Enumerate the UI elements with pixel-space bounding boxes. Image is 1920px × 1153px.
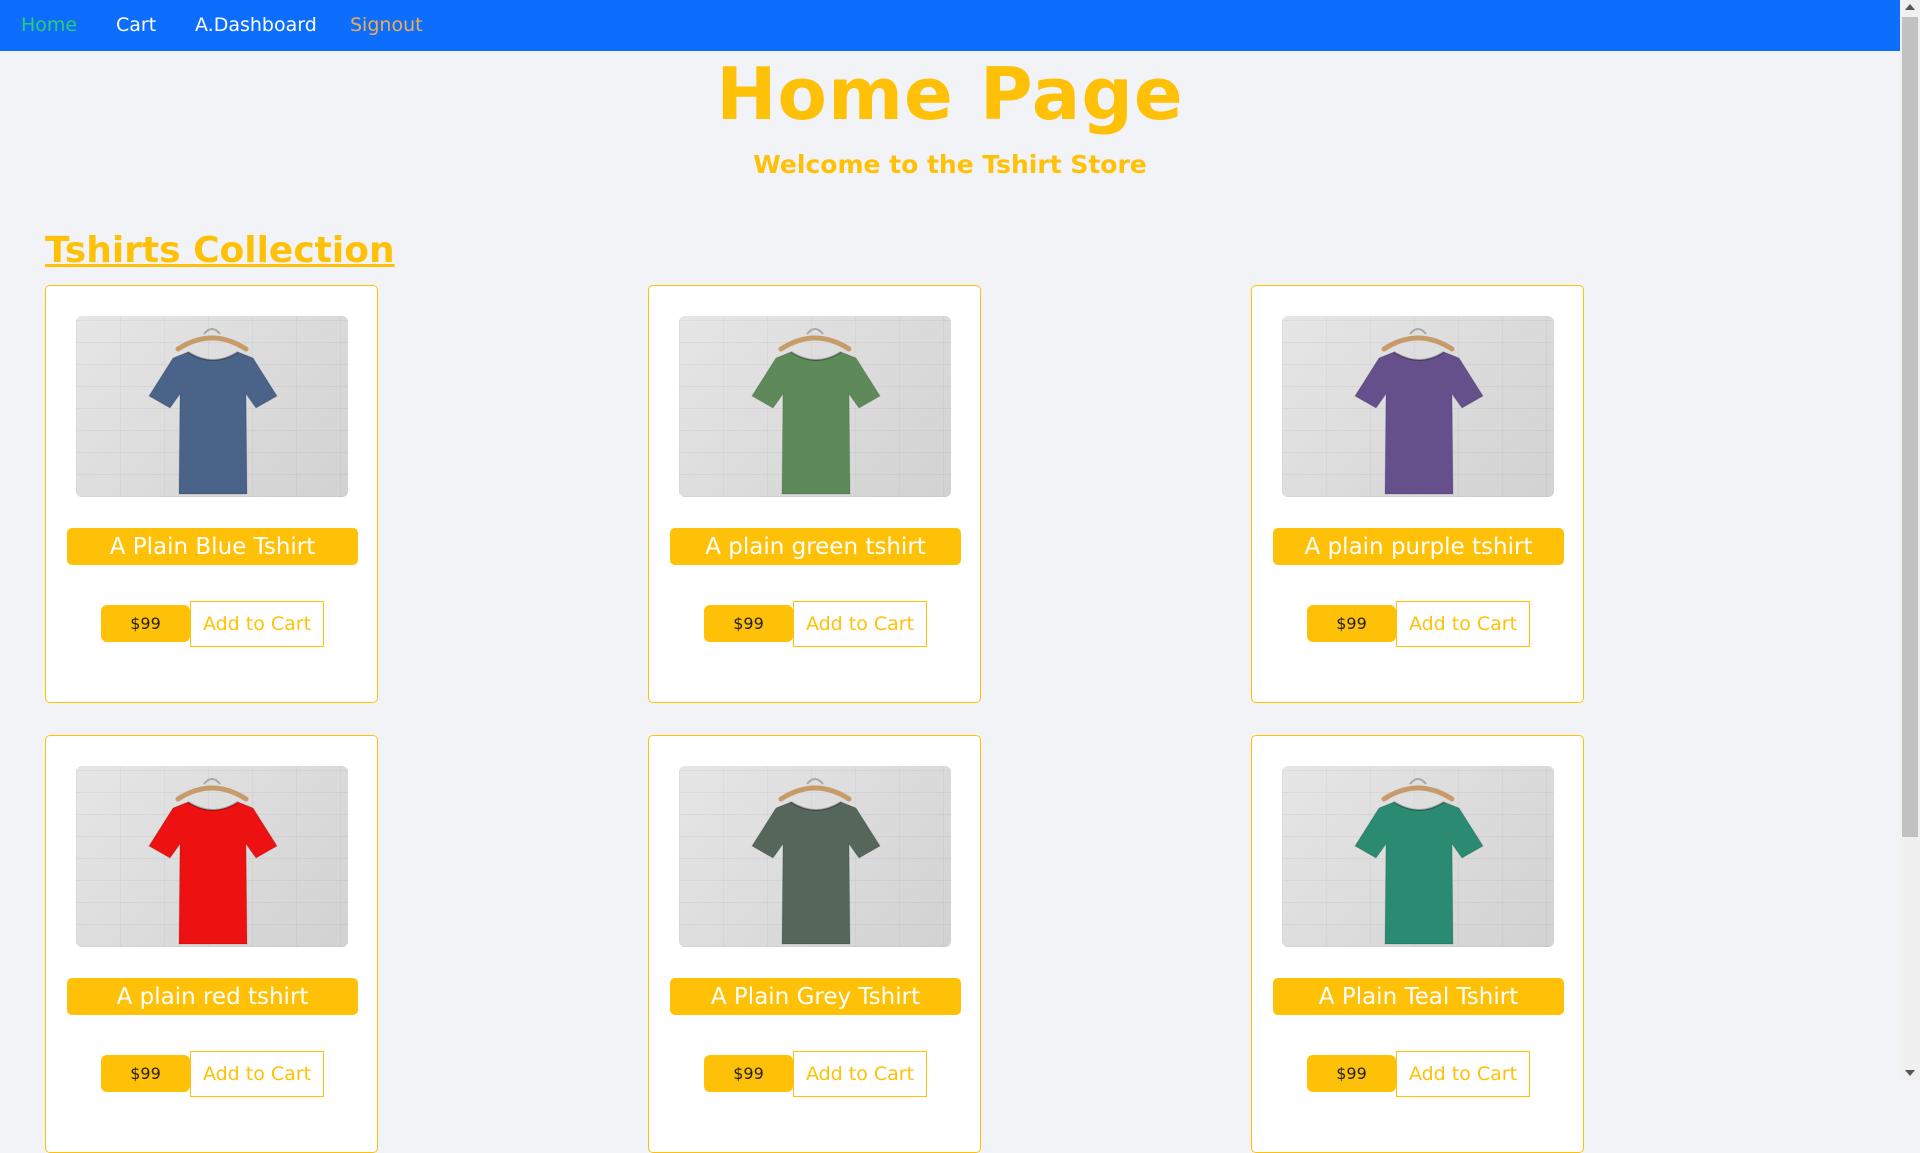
tshirt-icon: [1354, 328, 1484, 495]
price-badge: $99: [1307, 1055, 1396, 1092]
product-card: A plain green tshirt $99 Add to Cart: [648, 285, 981, 703]
nav-cart-link[interactable]: Cart: [116, 14, 156, 36]
product-card: A plain red tshirt $99 Add to Cart: [45, 735, 378, 1153]
tshirt-graphic: [148, 801, 278, 945]
tshirt-icon: [751, 778, 881, 945]
product-title: A Plain Grey Tshirt: [670, 978, 961, 1015]
tshirt-icon: [148, 778, 278, 945]
price-badge: $99: [101, 1055, 190, 1092]
top-navbar: Home Cart A.Dashboard Signout: [0, 0, 1900, 51]
product-title: A Plain Teal Tshirt: [1273, 978, 1564, 1015]
product-card: A plain purple tshirt $99 Add to Cart: [1251, 285, 1584, 703]
nav-dashboard-link[interactable]: A.Dashboard: [195, 14, 317, 36]
product-image: [76, 316, 348, 497]
tshirt-graphic: [1354, 801, 1484, 945]
collection-title[interactable]: Tshirts Collection: [45, 230, 395, 271]
add-to-cart-button[interactable]: Add to Cart: [1396, 601, 1530, 647]
tshirt-icon: [751, 328, 881, 495]
price-badge: $99: [1307, 605, 1396, 642]
tshirt-graphic: [751, 351, 881, 495]
product-image: [679, 316, 951, 497]
product-title: A Plain Blue Tshirt: [67, 528, 358, 565]
product-image: [76, 766, 348, 947]
add-to-cart-button[interactable]: Add to Cart: [1396, 1051, 1530, 1097]
price-badge: $99: [704, 605, 793, 642]
scroll-down-arrow-icon[interactable]: [1905, 1070, 1915, 1076]
product-title: A plain red tshirt: [67, 978, 358, 1015]
add-to-cart-button[interactable]: Add to Cart: [793, 1051, 927, 1097]
product-image: [1282, 766, 1554, 947]
product-card: A Plain Grey Tshirt $99 Add to Cart: [648, 735, 981, 1153]
vertical-scrollbar[interactable]: [1900, 0, 1920, 1080]
tshirt-icon: [1354, 778, 1484, 945]
scroll-up-arrow-icon[interactable]: [1905, 4, 1915, 10]
tshirt-icon: [148, 328, 278, 495]
product-card: A Plain Teal Tshirt $99 Add to Cart: [1251, 735, 1584, 1153]
product-image: [1282, 316, 1554, 497]
product-card: A Plain Blue Tshirt $99 Add to Cart: [45, 285, 378, 703]
nav-home-link[interactable]: Home: [21, 14, 77, 36]
page-title: Home Page: [716, 52, 1184, 136]
page-subtitle: Welcome to the Tshirt Store: [753, 150, 1147, 179]
price-badge: $99: [704, 1055, 793, 1092]
tshirt-graphic: [751, 801, 881, 945]
product-title: A plain purple tshirt: [1273, 528, 1564, 565]
add-to-cart-button[interactable]: Add to Cart: [793, 601, 927, 647]
tshirt-graphic: [1354, 351, 1484, 495]
price-badge: $99: [101, 605, 190, 642]
scroll-thumb[interactable]: [1902, 17, 1918, 837]
add-to-cart-button[interactable]: Add to Cart: [190, 1051, 324, 1097]
nav-signout-link[interactable]: Signout: [350, 14, 423, 36]
product-title: A plain green tshirt: [670, 528, 961, 565]
tshirt-graphic: [148, 351, 278, 495]
product-image: [679, 766, 951, 947]
add-to-cart-button[interactable]: Add to Cart: [190, 601, 324, 647]
